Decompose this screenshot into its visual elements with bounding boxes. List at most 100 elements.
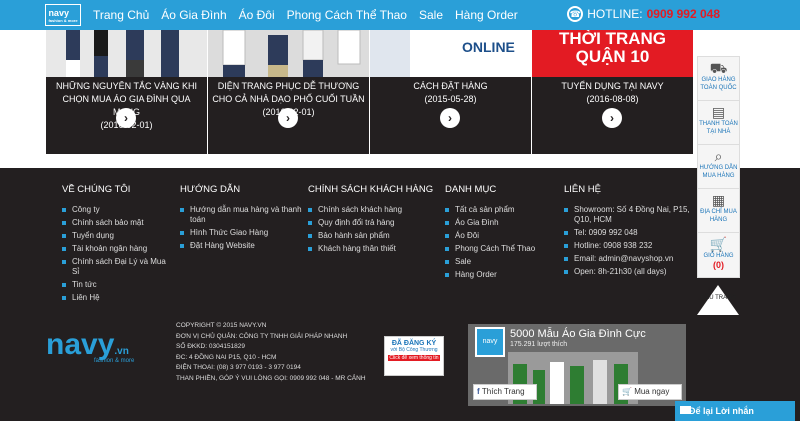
news-card[interactable]: NHỮNG NGUYÊN TẮC VÀNG KHI CHỌN MUA ÁO GI…	[46, 30, 207, 154]
footer-link[interactable]: Sale	[445, 257, 555, 267]
svg-text:ONLINE: ONLINE	[462, 39, 515, 55]
news-card[interactable]: DIỆN TRANG PHỤC DỄ THƯƠNG CHO CẢ NHÀ DẠO…	[208, 30, 369, 154]
menu-item-home[interactable]: Trang Chủ	[87, 8, 155, 22]
footer-link[interactable]: Chính sách Đại Lý và Mua Sỉ	[62, 257, 172, 277]
back-to-top-label: ĐẦU TRANG	[700, 295, 737, 301]
cart-icon: 🛒	[622, 387, 635, 396]
facebook-page-name[interactable]: 5000 Mẫu Áo Gia Đình Cực	[510, 328, 646, 340]
menu-item-couple[interactable]: Áo Đôi	[233, 8, 281, 22]
contact-line[interactable]: Email: admin@navyshop.vn	[564, 254, 692, 264]
footer-heading: VỀ CHÚNG TÔI	[62, 184, 131, 195]
logo-sub: fashion & more	[48, 17, 78, 23]
footer-link[interactable]: Chính sách khách hàng	[308, 205, 433, 215]
footer-link[interactable]: Tài khoản ngân hàng	[62, 244, 172, 254]
magnifier-icon: ⌕	[714, 148, 723, 164]
side-item-address[interactable]: ▦ ĐỊA CHỈ MUA HÀNG	[698, 189, 739, 233]
buy-now-button[interactable]: 🛒 Mua ngay	[618, 384, 682, 400]
news-strip: NHỮNG NGUYÊN TẮC VÀNG KHI CHỌN MUA ÁO GI…	[46, 30, 693, 154]
arrow-right-icon[interactable]: ›	[278, 108, 298, 128]
footer: VỀ CHÚNG TÔI Công ty Chính sách bảo mật …	[0, 168, 800, 421]
badge-title: ĐÃ ĐĂNG KÝ	[391, 340, 437, 347]
info-line: SỐ ĐKKD: 0304151829	[176, 343, 246, 350]
menu-item-order[interactable]: Hàng Order	[449, 8, 524, 22]
menu-item-family[interactable]: Áo Gia Đình	[155, 8, 232, 22]
news-title[interactable]: CÁCH ĐẶT HÀNG (2015-05-28)	[374, 80, 527, 106]
footer-link[interactable]: Áo Đôi	[445, 231, 555, 241]
footer-link[interactable]: Hướng dẫn mua hàng và thanh toán	[180, 205, 305, 225]
footer-link[interactable]: Chính sách bảo mật	[62, 218, 172, 228]
side-item-shipping[interactable]: ⛟ GIAO HÀNG TOÀN QUỐC	[698, 57, 739, 101]
news-image[interactable]: THỜI TRANG QUẬN 10	[532, 30, 693, 77]
arrow-right-icon[interactable]: ›	[440, 108, 460, 128]
news-card[interactable]: ONLINE CÁCH ĐẶT HÀNG (2015-05-28) ›	[370, 30, 531, 154]
footer-link[interactable]: Đặt Hàng Website	[180, 241, 305, 251]
footer-link[interactable]: Khách hàng thân thiết	[308, 244, 433, 254]
back-to-top-button[interactable]: ĐẦU TRANG	[697, 285, 740, 315]
footer-link[interactable]: Hàng Order	[445, 270, 555, 280]
facebook-avatar[interactable]: navy	[475, 327, 505, 357]
news-image[interactable]: ONLINE	[370, 30, 531, 77]
contact-line: Tel: 0909 992 048	[564, 228, 692, 238]
arrow-right-icon[interactable]: ›	[116, 108, 136, 128]
news-image[interactable]	[46, 30, 207, 77]
footer-link[interactable]: Tuyển dụng	[62, 231, 172, 241]
contact-line: Hotline: 0908 938 232	[564, 241, 692, 251]
news-date: (2016-08-08)	[586, 94, 639, 104]
menu-item-sport[interactable]: Phong Cách Thể Thao	[281, 8, 413, 22]
side-item-cart[interactable]: 🛒 GIỎ HÀNG (0)	[698, 233, 739, 277]
footer-col-category: DANH MỤC Tất cả sản phẩm Áo Gia Đình Áo …	[445, 184, 555, 283]
footer-link[interactable]: Quy định đổi trả hàng	[308, 218, 433, 228]
logo-text: navy	[48, 7, 69, 18]
facebook-like-button[interactable]: f Thích Trang	[473, 384, 537, 400]
mail-icon	[680, 406, 691, 414]
side-item-payment[interactable]: ▤ THANH TOÁN TẠI NHÀ	[698, 101, 739, 145]
leave-message-label: Để lại Lời nhắn	[689, 406, 754, 416]
footer-link[interactable]: Tất cả sản phẩm	[445, 205, 555, 215]
leave-message-button[interactable]: Để lại Lời nhắn	[675, 401, 795, 421]
truck-icon: ⛟	[709, 60, 728, 76]
news-image[interactable]	[208, 30, 369, 77]
info-line: ĐC: 4 ĐỒNG NAI P15, Q10 - HCM	[176, 353, 277, 361]
hotline[interactable]: ☎ HOTLINE: 0909 992 048	[567, 6, 720, 22]
company-info: COPYRIGHT © 2015 NAVY.VN ĐƠN VỊ CHỦ QUẢN…	[176, 321, 366, 384]
arrow-right-icon[interactable]: ›	[602, 108, 622, 128]
logo-tagline: fashion & more	[94, 358, 135, 364]
site-logo[interactable]: navy fashion & more	[45, 4, 81, 26]
footer-link[interactable]: Công ty	[62, 205, 172, 215]
news-title[interactable]: TUYỂN DỤNG TẠI NAVY (2016-08-08)	[536, 80, 689, 106]
news-card[interactable]: THỜI TRANG QUẬN 10 TUYỂN DỤNG TẠI NAVY (2…	[532, 30, 693, 154]
side-item-guide[interactable]: ⌕ HƯỚNG DẪN MUA HÀNG	[698, 145, 739, 189]
footer-col-policy: CHÍNH SÁCH KHÁCH HÀNG Chính sách khách h…	[308, 184, 433, 257]
menu-item-sale[interactable]: Sale	[413, 8, 449, 22]
family-photo	[46, 30, 207, 77]
footer-link[interactable]: Bảo hành sản phẩm	[308, 231, 433, 241]
footer-logo[interactable]: navy.vn fashion & more	[46, 328, 166, 368]
side-item-label: THANH TOÁN TẠI NHÀ	[699, 121, 738, 135]
side-item-label: GIAO HÀNG TOÀN QUỐC	[700, 77, 737, 91]
side-item-label: GIỎ HÀNG	[703, 253, 734, 259]
footer-heading: LIÊN HỆ	[564, 184, 601, 195]
info-line: ĐƠN VỊ CHỦ QUẢN: CÔNG TY TNHH GIẢI PHÁP …	[176, 332, 348, 340]
side-item-label: HƯỚNG DẪN MUA HÀNG	[699, 165, 738, 179]
footer-link[interactable]: Áo Gia Đình	[445, 218, 555, 228]
footer-heading: CHÍNH SÁCH KHÁCH HÀNG	[308, 184, 434, 195]
online-banner: ONLINE	[370, 30, 531, 77]
facebook-likes: 175.291 lượt thích	[510, 341, 568, 348]
logo-suffix: .vn	[114, 346, 129, 357]
footer-heading: HƯỚNG DẪN	[180, 184, 241, 195]
footer-link[interactable]: Hình Thức Giao Hàng	[180, 228, 305, 238]
badge-subtitle: với Bộ Công Thương	[390, 347, 438, 353]
hotline-label: HOTLINE:	[587, 7, 643, 21]
wallet-icon: ▤	[711, 104, 726, 120]
footer-link[interactable]: Liên Hệ	[62, 293, 172, 303]
footer-link[interactable]: Tin tức	[62, 280, 172, 290]
family-photo	[208, 30, 369, 77]
side-toolbar: ⛟ GIAO HÀNG TOÀN QUỐC ▤ THANH TOÁN TẠI N…	[697, 56, 740, 278]
info-line: COPYRIGHT © 2015 NAVY.VN	[176, 322, 267, 329]
news-date: (2015-05-28)	[424, 94, 477, 104]
contact-line: Open: 8h-21h30 (all days)	[564, 267, 692, 277]
info-line: THAN PHIỀN, GÓP Ý VUI LÒNG GỌI: 0909 992…	[176, 374, 366, 382]
footer-link[interactable]: Phong Cách Thể Thao	[445, 244, 555, 254]
registered-badge[interactable]: ĐÃ ĐĂNG KÝ với Bộ Công Thương Click để x…	[384, 336, 444, 376]
footer-col-contact: LIÊN HỆ Showroom: Số 4 Đồng Nai, P15, Q1…	[564, 184, 692, 280]
